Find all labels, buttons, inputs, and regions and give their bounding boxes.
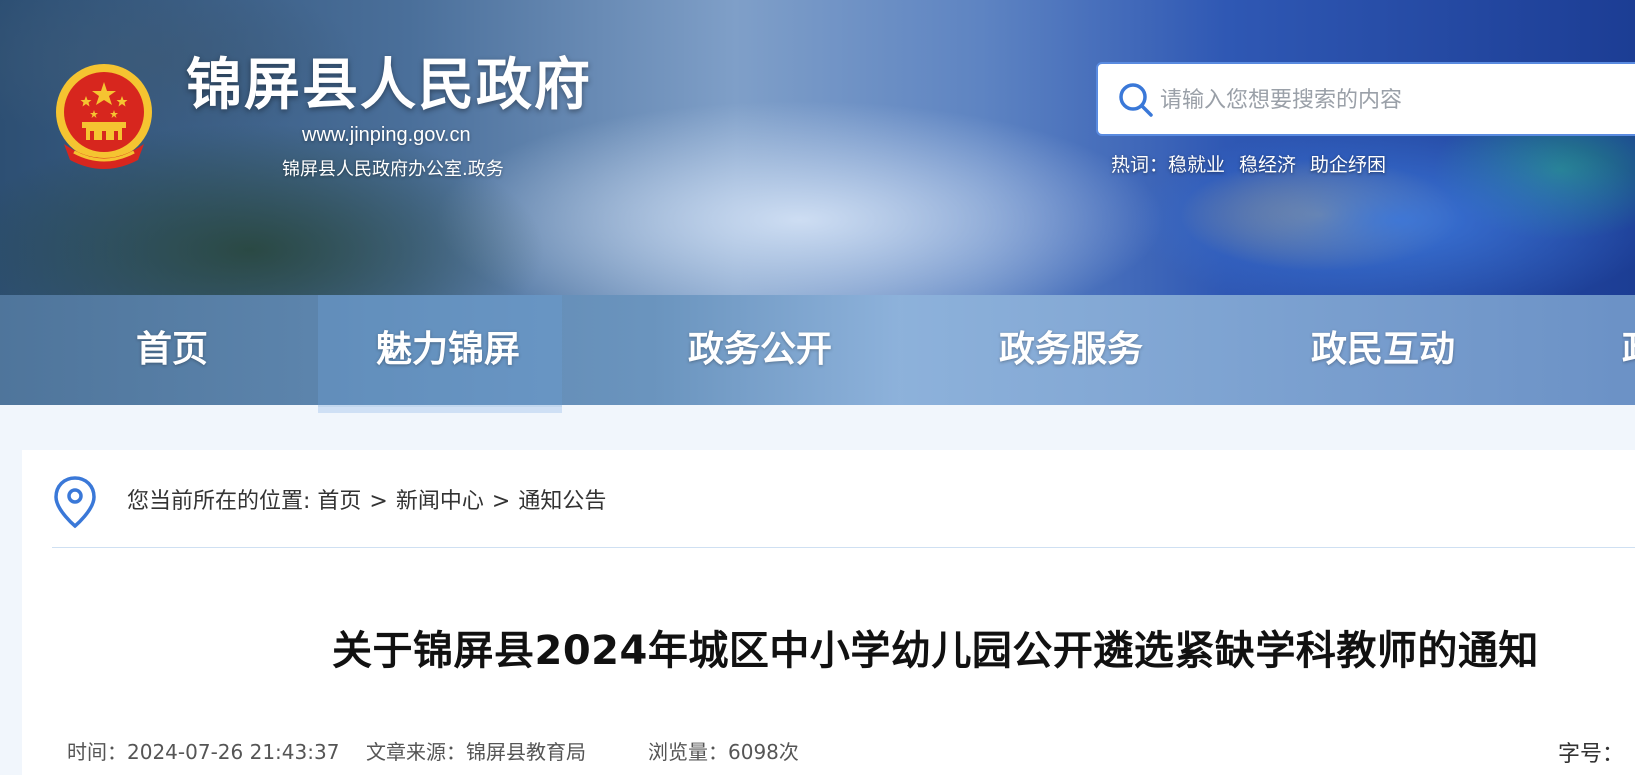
hot-words-label: 热词： — [1111, 154, 1169, 176]
source-value: 锦屏县教育局 — [466, 740, 586, 764]
search-icon[interactable] — [1116, 80, 1156, 120]
nav-item-gov-services[interactable]: 政务服务 — [999, 295, 1143, 405]
time-value: 2024-07-26 21:43:37 — [127, 740, 340, 764]
site-title[interactable]: 锦屏县人民政府 — [186, 52, 592, 119]
article-views: 浏览量：6098次 — [648, 736, 799, 765]
site-url: www.jinping.gov.cn — [302, 124, 471, 146]
font-size-control[interactable]: 字号： — [1558, 736, 1624, 768]
time-label: 时间： — [67, 740, 127, 764]
location-pin-icon — [54, 476, 96, 529]
views-value: 6098次 — [728, 740, 799, 764]
hot-word-link[interactable]: 助企纾困 — [1310, 154, 1386, 176]
national-emblem-icon[interactable] — [50, 60, 158, 172]
hot-word-link[interactable]: 稳经济 — [1239, 154, 1296, 176]
breadcrumb-separator: > — [369, 489, 388, 514]
nav-item-gov-affairs-open[interactable]: 政务公开 — [688, 295, 832, 405]
nav-item-home[interactable]: 首页 — [136, 295, 208, 405]
breadcrumb-item-notices[interactable]: 通知公告 — [518, 489, 606, 514]
search-input[interactable] — [1158, 78, 1632, 122]
breadcrumb-item-home[interactable]: 首页 — [317, 489, 361, 514]
article-title: 关于锦屏县2024年城区中小学幼儿园公开遴选紧缺学科教师的通知 — [332, 628, 1539, 674]
views-label: 浏览量： — [648, 740, 728, 764]
hot-word-link[interactable]: 稳就业 — [1168, 154, 1225, 176]
divider — [52, 547, 1635, 548]
nav-item-charm-jinping[interactable]: 魅力锦屏 — [376, 295, 520, 405]
article-time: 时间：2024-07-26 21:43:37 — [67, 736, 339, 765]
breadcrumb-prefix: 您当前所在的位置: — [127, 489, 318, 514]
header-banner: 锦屏县人民政府 www.jinping.gov.cn 锦屏县人民政府办公室.政务… — [0, 0, 1635, 295]
breadcrumb-separator: > — [491, 489, 511, 514]
site-subtitle: 锦屏县人民政府办公室.政务 — [282, 159, 504, 180]
breadcrumb-item-news-center[interactable]: 新闻中心 — [396, 489, 484, 514]
search-box — [1096, 62, 1635, 136]
hot-words: 热词：稳就业 稳经济 助企纾困 — [1111, 150, 1400, 177]
nav-item-more[interactable]: 政 — [1622, 295, 1635, 405]
article-source: 文章来源：锦屏县教育局 — [366, 736, 586, 765]
source-label: 文章来源： — [366, 740, 466, 764]
breadcrumb: 您当前所在的位置: 首页 > 新闻中心 > 通知公告 — [127, 483, 606, 515]
nav-item-public-interaction[interactable]: 政民互动 — [1311, 295, 1455, 405]
